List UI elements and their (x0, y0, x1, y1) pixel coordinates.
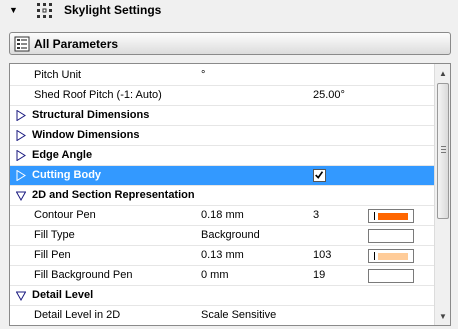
param-value[interactable]: 25.00° (313, 89, 345, 101)
param-row-pitch-unit[interactable]: Pitch Unit ° (10, 66, 435, 86)
triangle-right-icon[interactable] (16, 170, 26, 181)
pen-number[interactable]: 103 (313, 249, 331, 261)
triangle-right-icon[interactable] (16, 110, 26, 121)
parameter-list-icon (14, 36, 30, 52)
param-row-contour-pen[interactable]: Contour Pen 0.18 mm 3 (10, 206, 435, 226)
grip-icon (441, 146, 446, 153)
param-row-fill-background-pen[interactable]: Fill Background Pen 0 mm 19 (10, 266, 435, 286)
panel-header: ▼ Skylight Settings (0, 0, 458, 22)
section-window-dimensions[interactable]: Window Dimensions (10, 126, 435, 146)
param-value[interactable]: 0 mm (201, 269, 229, 281)
section-edge-angle[interactable]: Edge Angle (10, 146, 435, 166)
param-value[interactable]: 0.13 mm (201, 249, 244, 261)
scroll-down-icon[interactable]: ▼ (435, 308, 450, 324)
section-2d-and-section-representation[interactable]: 2D and Section Representation (10, 186, 435, 206)
param-row-fill-pen[interactable]: Fill Pen 0.13 mm 103 (10, 246, 435, 266)
section-label: 2D and Section Representation (32, 189, 195, 201)
all-parameters-button[interactable]: All Parameters (9, 32, 451, 55)
param-value[interactable]: 0.18 mm (201, 209, 244, 221)
scroll-up-icon[interactable]: ▲ (435, 65, 450, 81)
pen-tick (374, 212, 375, 220)
param-value[interactable]: ° (201, 69, 205, 81)
param-name: Fill Type (34, 229, 75, 241)
section-label: Cutting Body (32, 169, 102, 181)
triangle-down-icon[interactable] (16, 190, 26, 201)
section-cutting-body[interactable]: Cutting Body (10, 166, 435, 186)
grid-settings-icon (37, 3, 52, 18)
all-parameters-label: All Parameters (34, 37, 119, 51)
cutting-body-checkbox[interactable] (313, 169, 326, 182)
param-name: Detail Level in 2D (34, 309, 121, 321)
section-label: Edge Angle (32, 149, 93, 161)
vertical-scrollbar[interactable]: ▲ ▼ (434, 64, 450, 325)
triangle-right-icon[interactable] (16, 150, 26, 161)
parameters-list[interactable]: Pitch Unit ° Shed Roof Pitch (-1: Auto) … (9, 63, 451, 326)
section-structural-dimensions[interactable]: Structural Dimensions (10, 106, 435, 126)
section-label: Structural Dimensions (32, 109, 150, 121)
param-name: Contour Pen (34, 209, 96, 221)
section-label: Window Dimensions (32, 129, 140, 141)
pen-color-swatch[interactable] (368, 269, 414, 283)
param-row-fill-type[interactable]: Fill Type Background (10, 226, 435, 246)
param-name: Fill Pen (34, 249, 71, 261)
pen-color-fill (378, 253, 408, 260)
pen-color-swatch[interactable] (368, 209, 414, 223)
triangle-right-icon[interactable] (16, 130, 26, 141)
checkmark-icon (315, 171, 324, 179)
pen-color-swatch[interactable] (368, 249, 414, 263)
pen-color-fill (378, 213, 408, 220)
section-detail-level[interactable]: Detail Level (10, 286, 435, 306)
scrollbar-thumb[interactable] (437, 83, 449, 219)
param-value[interactable]: Background (201, 229, 260, 241)
pen-tick (374, 252, 375, 260)
fill-pattern-swatch[interactable] (368, 229, 414, 243)
param-name: Shed Roof Pitch (-1: Auto) (34, 89, 162, 101)
param-row-shed-roof-pitch[interactable]: Shed Roof Pitch (-1: Auto) 25.00° (10, 86, 435, 106)
triangle-down-icon[interactable]: ▼ (9, 5, 18, 15)
pen-number[interactable]: 3 (313, 209, 319, 221)
section-label: Detail Level (32, 289, 94, 301)
param-row-detail-level-2d[interactable]: Detail Level in 2D Scale Sensitive (10, 306, 435, 325)
pen-number[interactable]: 19 (313, 269, 325, 281)
param-value[interactable]: Scale Sensitive (201, 309, 276, 321)
panel-title: Skylight Settings (64, 3, 162, 17)
param-name: Fill Background Pen (34, 269, 133, 281)
param-name: Pitch Unit (34, 69, 82, 81)
triangle-down-icon[interactable] (16, 290, 26, 301)
